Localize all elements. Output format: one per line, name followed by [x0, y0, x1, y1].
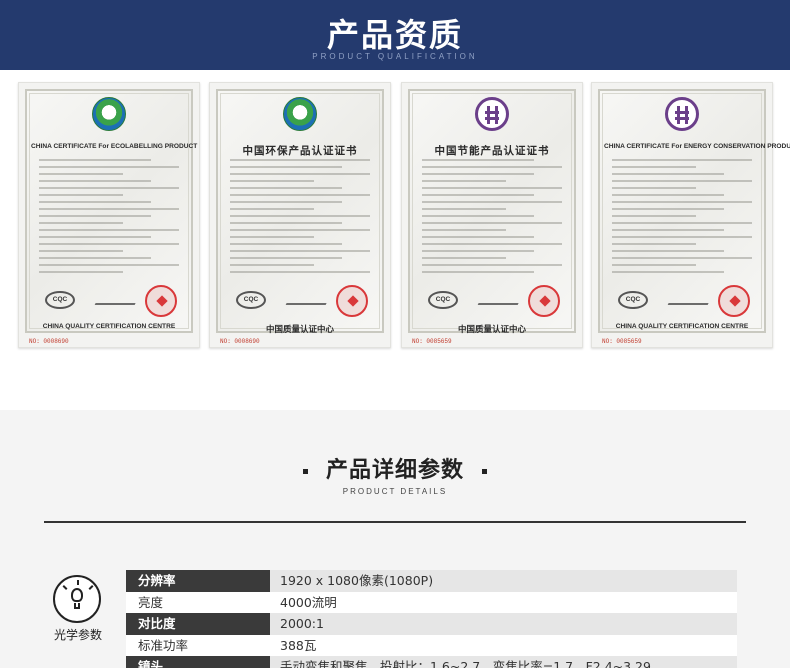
spec-value: 4000流明	[270, 591, 737, 613]
certificate-heading: CHINA CERTIFICATE For ENERGY CONSERVATIO…	[604, 143, 790, 150]
section-divider	[44, 521, 746, 523]
certificate-body-text	[230, 159, 370, 279]
bullet-icon	[482, 468, 487, 474]
energy-conservation-icon	[475, 97, 509, 131]
eco-label-icon	[92, 97, 126, 131]
certificate-footer: CHINA QUALITY CERTIFICATION CENTRE	[42, 323, 176, 330]
certificate-serial: NO: 0085659	[602, 338, 642, 345]
certificate-body-text	[39, 159, 179, 279]
certificate-body-text	[422, 159, 562, 279]
certificate-serial: NO: 0085659	[412, 338, 452, 345]
spec-value: 2000:1	[270, 613, 737, 635]
certificate-heading: 中国环保产品认证证书	[242, 145, 358, 157]
spec-row-power: 标准功率 388瓦	[126, 634, 737, 656]
certificate-frame: CHINA CERTIFICATE For ENERGY CONSERVATIO…	[598, 89, 790, 333]
certificate-footer: 中国质量认证中心	[457, 325, 526, 335]
spec-row-resolution: 分辨率 1920 x 1080像素(1080P)	[126, 570, 737, 592]
red-seal-stamp	[718, 285, 750, 317]
spec-key: 标准功率	[126, 634, 270, 656]
spec-key: 对比度	[126, 613, 270, 635]
spec-row-brightness: 亮度 4000流明	[126, 591, 737, 613]
signature	[94, 295, 140, 305]
certificate-gallery: CHINA CERTIFICATE For ECOLABELLING PRODU…	[0, 78, 790, 353]
spec-key: 亮度	[126, 591, 270, 613]
signature	[285, 295, 331, 305]
certificate-frame: CHINA CERTIFICATE For ECOLABELLING PRODU…	[25, 89, 198, 333]
eco-label-icon	[283, 97, 317, 131]
spec-table: 分辨率 1920 x 1080像素(1080P) 亮度 4000流明 对比度 2…	[126, 570, 737, 668]
spec-key: 镜头	[126, 656, 270, 668]
signature	[667, 295, 713, 305]
banner-title: 产品资质	[326, 16, 463, 54]
bullet-icon	[302, 468, 308, 474]
signature	[477, 295, 523, 305]
spec-value: 1920 x 1080像素(1080P)	[270, 570, 737, 592]
details-section-title: 产品详细参数	[0, 452, 790, 484]
certificate-frame: 中国节能产品认证证书 CQC 中国质量认证中心	[408, 89, 576, 335]
certificate-frame: 中国环保产品认证证书 CQC 中国质量认证中心	[216, 89, 384, 335]
certificate-footer: CHINA QUALITY CERTIFICATION CENTRE	[615, 323, 749, 330]
banner-subtitle: PRODUCT QUALIFICATION	[312, 52, 478, 61]
lightbulb-icon	[53, 575, 101, 623]
spec-value: 手动变焦和聚焦，投射比：1.6~2.7，变焦比率=1.7，F2.4~3.29	[270, 656, 737, 668]
red-seal-stamp	[145, 285, 177, 317]
cqc-logo: CQC	[45, 291, 75, 309]
certificate-energy-en[interactable]: CHINA CERTIFICATE For ENERGY CONSERVATIO…	[591, 82, 790, 348]
spec-value: 388瓦	[270, 634, 737, 656]
certificate-serial: NO: 0008690	[29, 338, 69, 345]
header-banner: 产品资质 PRODUCT QUALIFICATION	[0, 0, 790, 70]
cqc-logo: CQC	[236, 291, 266, 309]
certificate-ecolabel-cn[interactable]: 中国环保产品认证证书 CQC 中国质量认证中心 NO: 0008690	[209, 82, 391, 348]
red-seal-stamp	[528, 285, 560, 317]
details-section-subtitle: PRODUCT DETAILS	[342, 487, 448, 496]
red-seal-stamp	[336, 285, 368, 317]
certificate-footer: 中国质量认证中心	[265, 325, 334, 335]
certificate-body-text	[612, 159, 752, 279]
details-title-text: 产品详细参数	[325, 458, 464, 483]
spec-key: 分辨率	[126, 570, 270, 592]
cqc-logo: CQC	[618, 291, 648, 309]
cqc-logo: CQC	[428, 291, 458, 309]
spec-row-contrast: 对比度 2000:1	[126, 613, 737, 635]
energy-conservation-icon	[665, 97, 699, 131]
optical-params-label: 光学参数	[53, 628, 102, 642]
certificate-heading: 中国节能产品认证证书	[434, 145, 550, 157]
certificate-serial: NO: 0008690	[220, 338, 260, 345]
certificate-ecolabel-en[interactable]: CHINA CERTIFICATE For ECOLABELLING PRODU…	[18, 82, 200, 348]
certificate-energy-cn[interactable]: 中国节能产品认证证书 CQC 中国质量认证中心 NO: 0085659	[401, 82, 583, 348]
spec-row-lens: 镜头 手动变焦和聚焦，投射比：1.6~2.7，变焦比率=1.7，F2.4~3.2…	[126, 656, 737, 668]
certificate-heading: CHINA CERTIFICATE For ECOLABELLING PRODU…	[31, 143, 198, 150]
